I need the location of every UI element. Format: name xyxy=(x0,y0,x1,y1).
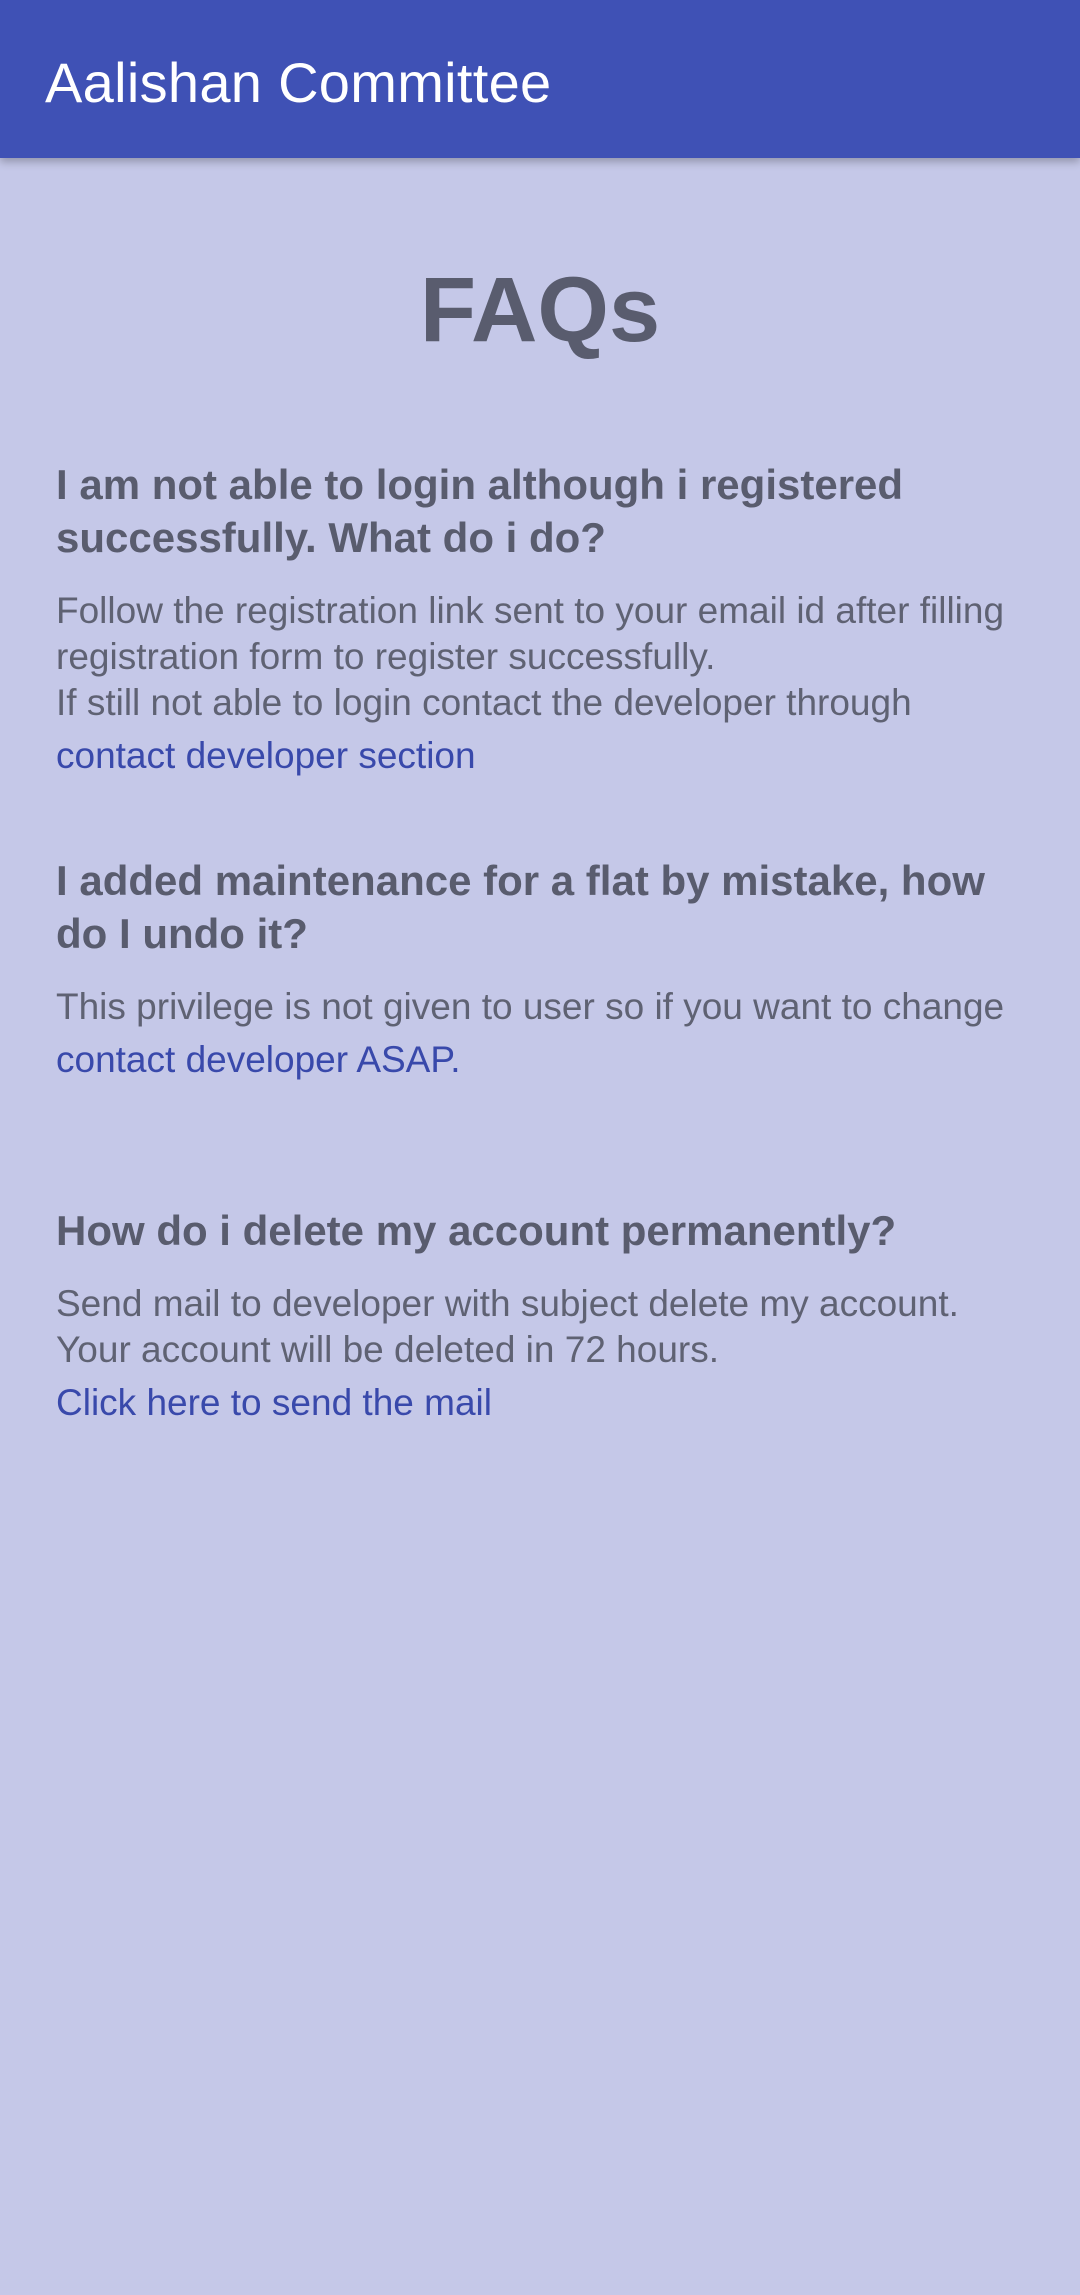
faq-question: How do i delete my account permanently? xyxy=(56,1207,897,1254)
faq-item-undo-maintenance: I added maintenance for a flat by mistak… xyxy=(56,854,1036,1086)
faq-item-delete-account: How do i delete my account permanently? … xyxy=(56,1204,1036,1429)
faq-answer: This privilege is not given to user so i… xyxy=(56,984,1036,1030)
faq-answer-line: Send mail to developer with subject dele… xyxy=(56,1283,959,1370)
app-bar: Aalishan Committee xyxy=(0,0,1080,158)
contact-developer-section-link[interactable]: contact developer section xyxy=(56,730,1036,782)
faq-answer-line: Follow the registration link sent to you… xyxy=(56,590,1005,677)
faq-answer: Send mail to developer with subject dele… xyxy=(56,1281,1036,1373)
faq-question: I am not able to login although i regist… xyxy=(56,461,904,561)
contact-developer-asap-link[interactable]: contact developer ASAP. xyxy=(56,1034,1036,1086)
faq-answer: Follow the registration link sent to you… xyxy=(56,588,1036,726)
faq-page: FAQs I am not able to login although i r… xyxy=(0,158,1080,2295)
faq-item-login: I am not able to login although i regist… xyxy=(56,458,1036,782)
page-title: FAQs xyxy=(419,259,661,361)
app-title: Aalishan Committee xyxy=(45,51,552,114)
faq-question: I added maintenance for a flat by mistak… xyxy=(56,857,985,957)
faq-answer-line: If still not able to login contact the d… xyxy=(56,682,912,723)
send-mail-link[interactable]: Click here to send the mail xyxy=(56,1377,1036,1429)
faq-answer-line: This privilege is not given to user so i… xyxy=(56,986,1005,1027)
